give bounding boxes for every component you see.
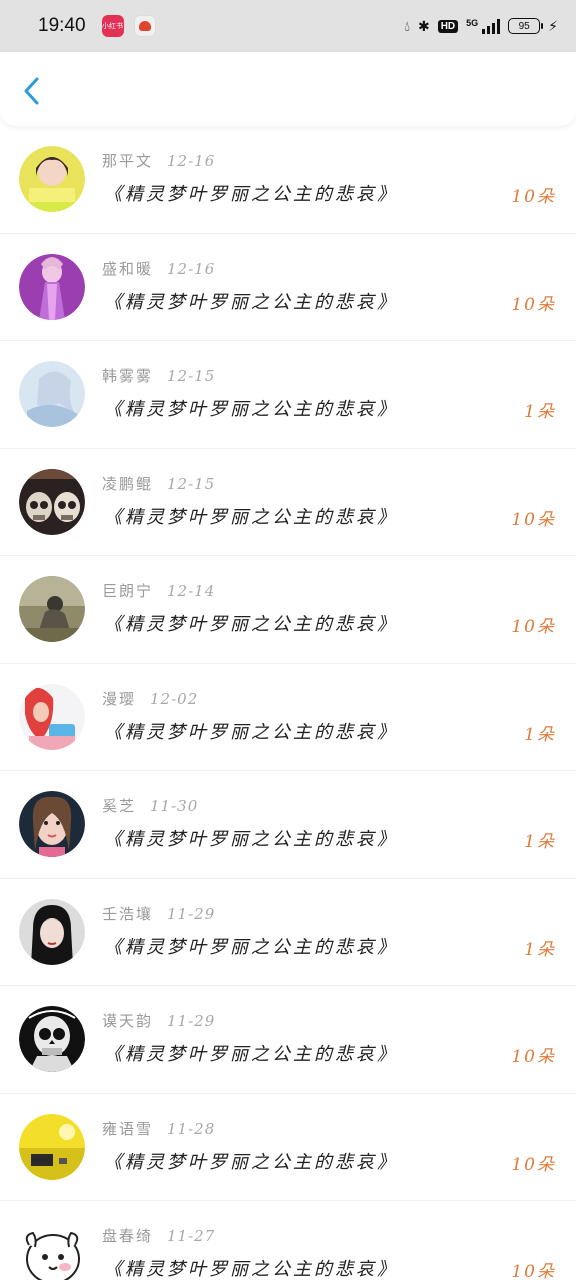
record-meta: 盛和暖 12-16 <box>102 258 215 279</box>
user-name[interactable]: 雍语雪 <box>102 1120 153 1138</box>
gift-record-row[interactable]: 雍语雪 11-28 《精灵梦叶罗丽之公主的悲哀》 10朵 <box>0 1094 576 1201</box>
record-meta: 雍语雪 11-28 <box>102 1118 215 1139</box>
avatar[interactable] <box>19 1006 85 1072</box>
xiaohongshu-app-icon: 小红书 <box>101 15 124 37</box>
record-meta: 韩雾雾 12-15 <box>102 365 215 386</box>
chevron-left-icon <box>24 77 39 105</box>
hd-icon: HD <box>437 19 459 33</box>
work-title: 《精灵梦叶罗丽之公主的悲哀》 <box>104 1044 398 1065</box>
flower-count: 10朵 <box>511 294 556 315</box>
user-name[interactable]: 那平文 <box>102 152 153 170</box>
avatar[interactable] <box>19 1113 85 1180</box>
avatar[interactable] <box>19 146 85 212</box>
battery-icon: 95 <box>508 18 544 34</box>
record-date: 12-16 <box>167 259 216 278</box>
gift-record-row[interactable]: 那平文 12-16 《精灵梦叶罗丽之公主的悲哀》 10朵 <box>0 126 576 234</box>
work-title: 《精灵梦叶罗丽之公主的悲哀》 <box>104 399 398 420</box>
record-date: 11-30 <box>150 797 199 815</box>
record-date: 11-28 <box>167 1119 216 1138</box>
network-type: 5G <box>466 17 479 28</box>
flower-count: 10朵 <box>511 1262 556 1280</box>
user-name[interactable]: 盘春绮 <box>102 1227 153 1245</box>
avatar[interactable] <box>19 791 85 857</box>
record-date: 12-14 <box>167 582 216 600</box>
notification-app-icon <box>133 15 156 37</box>
record-meta: 奚芝 11-30 <box>102 795 198 816</box>
flower-count: 1朵 <box>524 939 556 960</box>
avatar[interactable] <box>19 1221 85 1280</box>
record-meta: 那平文 12-16 <box>102 150 215 171</box>
user-name[interactable]: 壬浩壤 <box>102 905 153 923</box>
flower-count: 10朵 <box>511 509 556 530</box>
gift-record-row[interactable]: 韩雾雾 12-15 《精灵梦叶罗丽之公主的悲哀》 1朵 <box>0 341 576 449</box>
flower-count: 10朵 <box>511 1047 556 1067</box>
gift-record-row[interactable]: 谟天韵 11-29 《精灵梦叶罗丽之公主的悲哀》 10朵 <box>0 986 576 1094</box>
record-meta: 漫璎 12-02 <box>102 688 198 709</box>
avatar[interactable] <box>19 468 85 535</box>
user-name[interactable]: 漫璎 <box>102 690 136 708</box>
user-name[interactable]: 奚芝 <box>102 797 136 815</box>
back-button[interactable] <box>18 74 48 108</box>
gift-record-row[interactable]: 凌鹏鲲 12-15 《精灵梦叶罗丽之公主的悲哀》 10朵 <box>0 449 576 556</box>
record-date: 11-29 <box>167 904 216 923</box>
record-date: 12-02 <box>150 689 199 708</box>
user-name[interactable]: 盛和暖 <box>102 260 153 278</box>
gift-record-row[interactable]: 壬浩壤 11-29 《精灵梦叶罗丽之公主的悲哀》 1朵 <box>0 879 576 986</box>
record-meta: 盘春绮 11-27 <box>102 1225 215 1246</box>
record-meta: 谟天韵 11-29 <box>102 1010 215 1031</box>
avatar[interactable] <box>19 253 85 320</box>
work-title: 《精灵梦叶罗丽之公主的悲哀》 <box>104 1151 398 1173</box>
record-date: 12-15 <box>167 367 216 385</box>
record-meta: 凌鹏鲲 12-15 <box>102 473 215 494</box>
work-title: 《精灵梦叶罗丽之公主的悲哀》 <box>104 1259 398 1280</box>
flower-count: 10朵 <box>511 617 556 637</box>
avatar[interactable] <box>19 361 85 427</box>
work-title: 《精灵梦叶罗丽之公主的悲哀》 <box>104 936 398 958</box>
status-time: 19:40 <box>38 15 86 36</box>
user-name[interactable]: 巨朗宁 <box>102 582 153 600</box>
bluetooth-icon: ✱ <box>417 17 430 34</box>
gift-record-row[interactable]: 盘春绮 11-27 《精灵梦叶罗丽之公主的悲哀》 10朵 <box>0 1201 576 1280</box>
signal-icon <box>482 18 501 34</box>
top-nav-bar <box>0 52 576 126</box>
avatar[interactable] <box>19 898 85 965</box>
status-icons: 💧︎ ✱ HD 5G 95 ⚡︎ <box>404 18 558 35</box>
work-title: 《精灵梦叶罗丽之公主的悲哀》 <box>104 829 398 850</box>
flower-count: 1朵 <box>524 724 556 745</box>
work-title: 《精灵梦叶罗丽之公主的悲哀》 <box>104 721 398 743</box>
gift-record-list: 那平文 12-16 《精灵梦叶罗丽之公主的悲哀》 10朵 盛和暖 12-16 《精灵梦叶罗丽… <box>0 126 576 1280</box>
record-meta: 壬浩壤 11-29 <box>102 903 215 924</box>
user-name[interactable]: 谟天韵 <box>102 1012 153 1030</box>
work-title: 《精灵梦叶罗丽之公主的悲哀》 <box>104 291 398 313</box>
work-title: 《精灵梦叶罗丽之公主的悲哀》 <box>104 614 398 635</box>
record-meta: 巨朗宁 12-14 <box>102 580 215 601</box>
flower-count: 1朵 <box>524 832 556 852</box>
user-name[interactable]: 凌鹏鲲 <box>102 475 153 493</box>
flower-count: 10朵 <box>511 187 556 207</box>
gift-record-row[interactable]: 漫璎 12-02 《精灵梦叶罗丽之公主的悲哀》 1朵 <box>0 664 576 771</box>
work-title: 《精灵梦叶罗丽之公主的悲哀》 <box>104 506 398 528</box>
gift-record-row[interactable]: 盛和暖 12-16 《精灵梦叶罗丽之公主的悲哀》 10朵 <box>0 234 576 341</box>
work-title: 《精灵梦叶罗丽之公主的悲哀》 <box>104 184 398 205</box>
water-drop-icon: 💧︎ <box>404 17 410 34</box>
user-name[interactable]: 韩雾雾 <box>102 367 153 385</box>
charging-icon: ⚡︎ <box>548 17 558 34</box>
status-bar: 19:40 小红书 💧︎ ✱ HD 5G 95 ⚡︎ <box>0 0 576 52</box>
record-date: 12-16 <box>167 152 216 170</box>
record-date: 11-27 <box>167 1227 216 1245</box>
flower-count: 1朵 <box>524 402 556 422</box>
record-date: 11-29 <box>167 1012 216 1030</box>
record-date: 12-15 <box>167 474 216 493</box>
avatar[interactable] <box>19 576 85 642</box>
avatar[interactable] <box>19 683 85 750</box>
gift-record-row[interactable]: 奚芝 11-30 《精灵梦叶罗丽之公主的悲哀》 1朵 <box>0 771 576 879</box>
gift-record-row[interactable]: 巨朗宁 12-14 《精灵梦叶罗丽之公主的悲哀》 10朵 <box>0 556 576 664</box>
battery-level: 95 <box>518 20 530 32</box>
flower-count: 10朵 <box>511 1154 556 1175</box>
